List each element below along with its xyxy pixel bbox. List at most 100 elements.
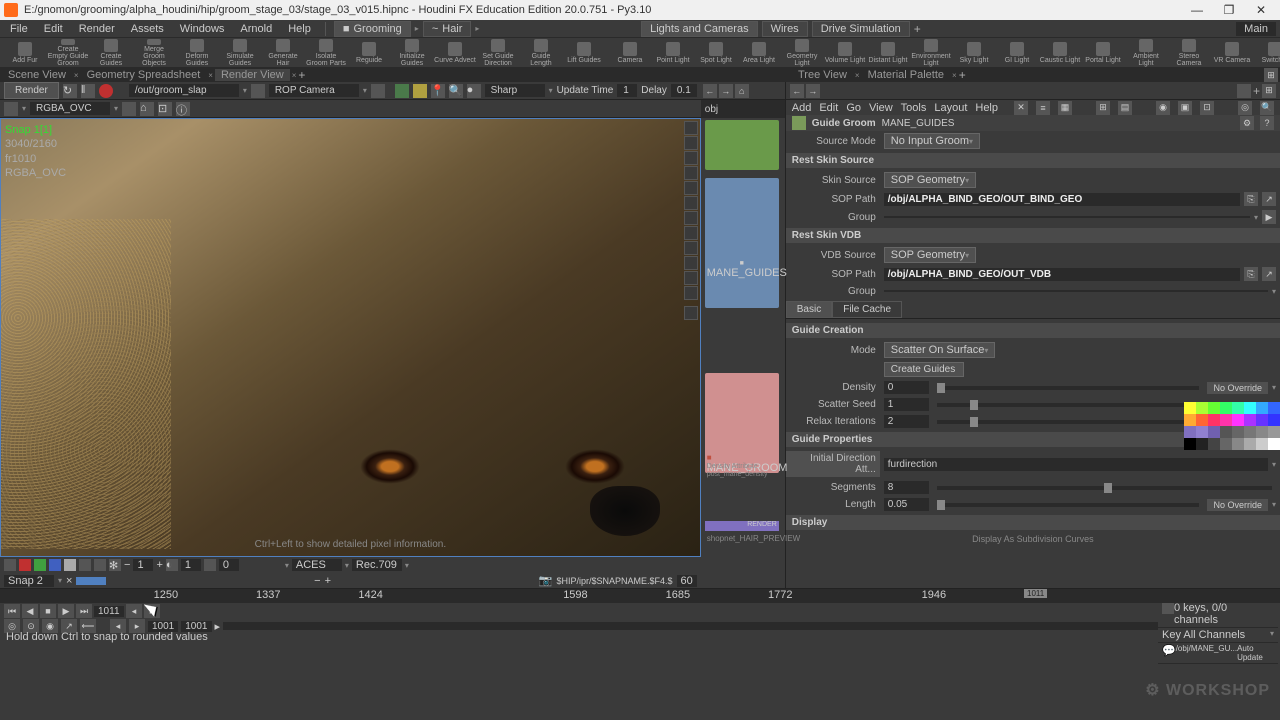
- p-menu-help[interactable]: Help: [975, 102, 998, 114]
- vb-red-icon[interactable]: [19, 559, 31, 571]
- color-swatch[interactable]: [1268, 426, 1280, 438]
- next-key-button[interactable]: ▸: [144, 604, 160, 618]
- colorspace-out[interactable]: Rec.709: [352, 559, 402, 571]
- sop-path-input[interactable]: /obj/ALPHA_BIND_GEO/OUT_BIND_GEO: [884, 193, 1240, 206]
- camera-icon[interactable]: 📷: [539, 574, 553, 587]
- color-swatch[interactable]: [1244, 426, 1256, 438]
- p-tool-icon[interactable]: ≡: [1036, 101, 1050, 115]
- vp-tool-icon[interactable]: [684, 226, 698, 240]
- play-button[interactable]: ▶: [58, 604, 74, 618]
- shelf-tab-hair[interactable]: ~Hair: [423, 21, 472, 37]
- vp-tool-icon[interactable]: [684, 256, 698, 270]
- node-name[interactable]: MANE_GUIDES: [882, 118, 955, 129]
- color-swatch[interactable]: [1208, 414, 1220, 426]
- net-fwd-icon[interactable]: →: [719, 84, 733, 98]
- shelf-tool[interactable]: Volume Light: [824, 39, 866, 67]
- chooser-icon[interactable]: ⎘: [1244, 267, 1258, 281]
- color-swatch[interactable]: [1268, 438, 1280, 450]
- vp-tool-icon[interactable]: [684, 136, 698, 150]
- maximize-button[interactable]: ❐: [1214, 1, 1244, 19]
- p-tool-icon[interactable]: ◉: [1156, 101, 1170, 115]
- length-override[interactable]: No Override: [1207, 499, 1268, 511]
- vp-tool-icon[interactable]: [684, 286, 698, 300]
- color-swatch[interactable]: [1208, 402, 1220, 414]
- prev-key-button[interactable]: ◂: [126, 604, 142, 618]
- shelf-tool[interactable]: Distant Light: [867, 39, 909, 67]
- p-menu-view[interactable]: View: [869, 102, 893, 114]
- p-tool-icon[interactable]: ⊞: [1262, 84, 1276, 98]
- color-swatch[interactable]: [1208, 426, 1220, 438]
- p-menu-add[interactable]: Add: [792, 102, 812, 114]
- vp-tool-icon[interactable]: [684, 271, 698, 285]
- add-shelf-icon[interactable]: +: [914, 22, 921, 36]
- shelf-tool[interactable]: Sky Light: [953, 39, 995, 67]
- p-tool-icon[interactable]: ▤: [1118, 101, 1132, 115]
- p-add-icon[interactable]: +: [1253, 84, 1260, 98]
- color-swatch[interactable]: [1208, 438, 1220, 450]
- p-tool-icon[interactable]: ▦: [1058, 101, 1072, 115]
- scope-path[interactable]: /obj/MANE_GU...: [1176, 644, 1237, 662]
- group-input[interactable]: [884, 216, 1250, 218]
- color-swatch[interactable]: [1220, 402, 1232, 414]
- tab-scene-view[interactable]: Scene View: [2, 69, 72, 81]
- color-swatch[interactable]: [1196, 438, 1208, 450]
- p-tool-icon[interactable]: ▣: [1178, 101, 1192, 115]
- shelf-tool[interactable]: Switcher: [1254, 39, 1280, 67]
- density-override[interactable]: No Override: [1207, 382, 1268, 394]
- p-back-icon[interactable]: ←: [790, 84, 804, 98]
- chooser-icon[interactable]: ⎘: [1244, 192, 1258, 206]
- shelf-tool[interactable]: Create Guides: [90, 39, 132, 67]
- p-menu-layout[interactable]: Layout: [934, 102, 967, 114]
- vp-tool-icon[interactable]: [684, 306, 698, 320]
- shelf-tool[interactable]: Caustic Light: [1039, 39, 1081, 67]
- menu-help[interactable]: Help: [282, 21, 317, 37]
- shelf-tool[interactable]: Stereo Camera: [1168, 39, 1210, 67]
- vb-icon[interactable]: [204, 559, 216, 571]
- color-swatch[interactable]: [1196, 402, 1208, 414]
- p-tool-icon[interactable]: ⊞: [1096, 101, 1110, 115]
- color-swatch[interactable]: [1220, 438, 1232, 450]
- shelf-tool[interactable]: GI Light: [996, 39, 1038, 67]
- segments-slider[interactable]: [937, 486, 1272, 490]
- color-swatch[interactable]: [1268, 414, 1280, 426]
- shelf-tool[interactable]: Lift Guides: [563, 39, 605, 67]
- vb-green-icon[interactable]: [34, 559, 46, 571]
- vb-blue-icon[interactable]: [49, 559, 61, 571]
- menu-arnold[interactable]: Arnold: [234, 21, 278, 37]
- vdb-path-input[interactable]: /obj/ALPHA_BIND_GEO/OUT_VDB: [884, 268, 1240, 281]
- color-swatches[interactable]: [1184, 402, 1280, 450]
- reload-icon[interactable]: ↻: [63, 84, 77, 98]
- vp-tool-icon[interactable]: [684, 211, 698, 225]
- last-frame-button[interactable]: ⏭: [76, 604, 92, 618]
- section-rest-skin-vdb[interactable]: Rest Skin VDB: [786, 228, 1280, 243]
- render-path[interactable]: /out/groom_slap: [129, 84, 239, 97]
- menu-edit[interactable]: Edit: [38, 21, 69, 37]
- color-swatch[interactable]: [1184, 414, 1196, 426]
- group-input[interactable]: [884, 290, 1268, 292]
- range-start2[interactable]: 1001: [181, 621, 211, 632]
- p-menu-tools[interactable]: Tools: [901, 102, 927, 114]
- desktop-dropdown[interactable]: Main: [1236, 22, 1276, 36]
- color-swatch[interactable]: [1184, 438, 1196, 450]
- prev-frame-button[interactable]: ◀: [22, 604, 38, 618]
- section-display[interactable]: Display: [786, 515, 1280, 530]
- stop-button[interactable]: ■: [40, 604, 56, 618]
- jump-icon[interactable]: ↗: [1262, 192, 1276, 206]
- color-swatch[interactable]: [1256, 414, 1268, 426]
- color-swatch[interactable]: [1220, 414, 1232, 426]
- tab-render-view[interactable]: Render View: [215, 69, 290, 81]
- update-time[interactable]: 1: [617, 84, 637, 97]
- first-frame-button[interactable]: ⏮: [4, 604, 20, 618]
- vdb-source-select[interactable]: SOP Geometry▾: [884, 247, 976, 263]
- render-node[interactable]: RENDER: [705, 521, 779, 531]
- section-guide-creation[interactable]: Guide Creation: [786, 323, 1280, 338]
- tab-geo-spreadsheet[interactable]: Geometry Spreadsheet: [81, 69, 207, 81]
- shelf-tool[interactable]: Reguide: [348, 39, 390, 67]
- mode-select[interactable]: Scatter On Surface▾: [884, 342, 996, 358]
- p-tool-icon[interactable]: ◎: [1238, 101, 1252, 115]
- link-icon[interactable]: [251, 84, 265, 98]
- p-fwd-icon[interactable]: →: [806, 84, 820, 98]
- color-swatch[interactable]: [1256, 426, 1268, 438]
- shelf-tool[interactable]: Create Empty Guide Groom: [47, 39, 89, 67]
- color-swatch[interactable]: [1244, 402, 1256, 414]
